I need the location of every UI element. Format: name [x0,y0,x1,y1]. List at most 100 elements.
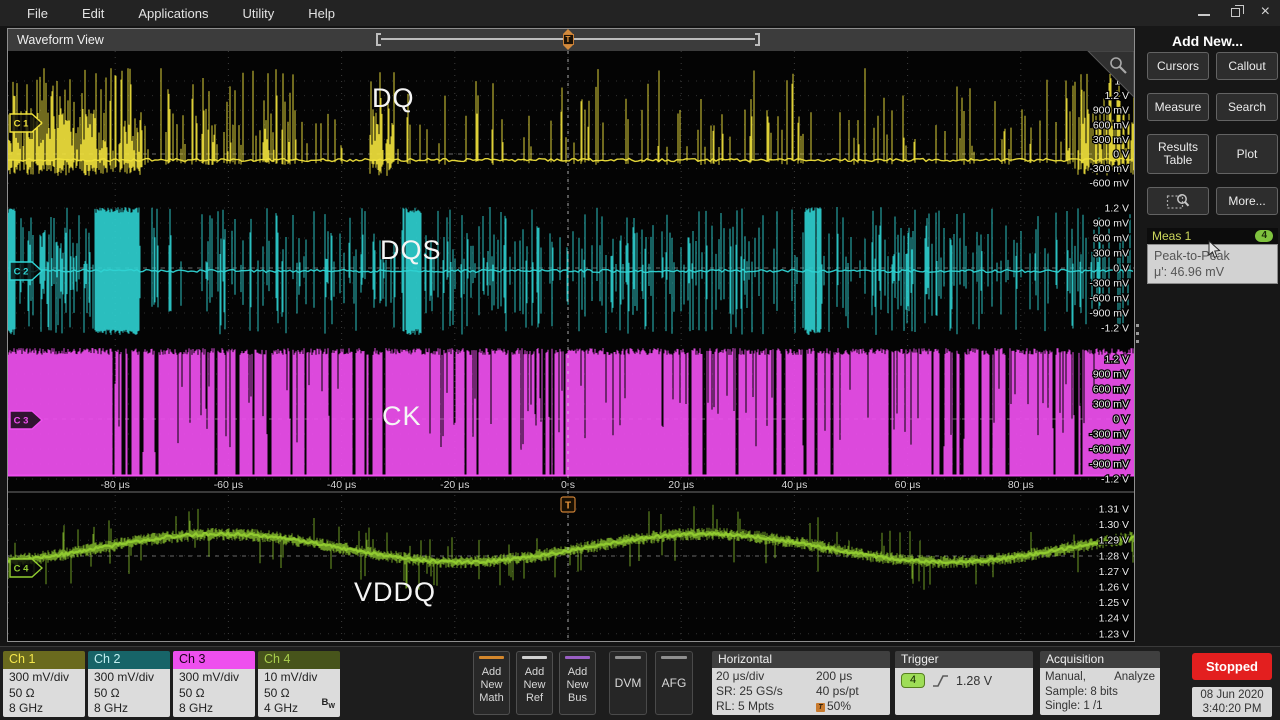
datetime-display: 08 Jun 2020 3:40:20 PM [1192,687,1272,717]
svg-text:0 V: 0 V [1113,149,1129,161]
svg-text:600 mV: 600 mV [1093,233,1129,245]
callout-button[interactable]: Callout [1216,52,1278,80]
ch3-waveform-ck [8,348,1134,475]
channel-4-settings: 10 mV/div50 Ω4 GHzBW [258,669,340,717]
add-new-title: Add New... [1135,33,1280,49]
svg-text:80 μs: 80 μs [1008,479,1034,491]
more-button[interactable]: More... [1216,187,1278,215]
run-stop-button[interactable]: Stopped [1192,653,1272,680]
time-text: 3:40:20 PM [1192,702,1272,716]
horizontal-scale: 20 μs/div [716,669,816,684]
svg-text:0 V: 0 V [1113,263,1129,275]
wave-label-vddq: VDDQ [354,577,436,607]
svg-text:1.2 V: 1.2 V [1104,354,1129,366]
overview-right-bracket [755,33,760,46]
svg-text:600 mV: 600 mV [1093,384,1129,396]
svg-text:-80 μs: -80 μs [100,479,129,491]
acquisition-sample: Sample: 8 bits [1045,685,1155,700]
svg-text:-1.2 V: -1.2 V [1101,474,1129,486]
overview-trigger-marker[interactable]: T [562,29,574,50]
wave-label-dq: DQ [372,83,415,113]
plot-button[interactable]: Plot [1216,134,1278,174]
measure-button[interactable]: Measure [1147,93,1209,121]
search-button[interactable]: Search [1216,93,1278,121]
menu-applications[interactable]: Applications [121,6,225,21]
acquisition-mode: Manual, [1045,670,1086,685]
acquisition-analyze: Analyze [1114,670,1155,685]
add-new-ref-button[interactable]: Add New Ref [516,651,553,715]
minimize-icon[interactable] [1198,14,1210,16]
channel-4-badge[interactable]: Ch 410 mV/div50 Ω4 GHzBW [258,651,340,717]
acquisition-panel-title: Acquisition [1040,651,1160,668]
trigger-down-arrow-icon [563,45,573,50]
svg-text:C 3: C 3 [14,416,29,427]
add-new-math-button[interactable]: Add New Math [473,651,510,715]
svg-text:-300 mV: -300 mV [1089,163,1129,175]
cursors-button[interactable]: Cursors [1147,52,1209,80]
trigger-panel[interactable]: Trigger 4 1.28 V [895,651,1033,715]
meas-title: Meas 1 [1152,229,1255,243]
oscilloscope-app: FileEditApplicationsUtilityHelp × Wavefo… [0,0,1280,720]
acquisition-panel[interactable]: Acquisition Manual, Analyze Sample: 8 bi… [1040,651,1160,715]
waveform-view-title: Waveform View [17,33,104,47]
svg-text:1.31 V: 1.31 V [1099,504,1129,516]
channel-1-name: Ch 1 [3,651,85,669]
channel-3-name: Ch 3 [173,651,255,669]
svg-text:-600 mV: -600 mV [1089,293,1129,305]
svg-text:C 1: C 1 [14,119,30,130]
rising-edge-icon [932,674,949,688]
zoom-selection-icon [1166,192,1190,211]
svg-text:300 mV: 300 mV [1093,399,1129,411]
horizontal-overview-scrollbar[interactable]: T [376,33,760,46]
horizontal-panel[interactable]: Horizontal 20 μs/div 200 μs SR: 25 GS/s … [712,651,890,715]
dvm-button[interactable]: DVM [609,651,647,715]
svg-text:1.26 V: 1.26 V [1099,582,1129,594]
acquisition-panel-body: Manual, Analyze Sample: 8 bits Single: 1… [1040,668,1160,715]
horizontal-panel-body: 20 μs/div 200 μs SR: 25 GS/s 40 ps/pt RL… [712,668,890,715]
panel-splitter-handle[interactable] [1136,324,1139,343]
meas-value: μ': 46.96 mV [1154,264,1271,280]
close-icon[interactable]: × [1261,4,1270,20]
waveform-view-titlebar: Waveform View T [8,29,1134,51]
channel-4-name: Ch 4 [258,651,340,669]
trigger-position-icon: T [816,703,825,712]
channel-2-settings: 300 mV/div50 Ω8 GHz [88,669,170,717]
svg-text:T: T [565,501,571,512]
svg-text:-600 mV: -600 mV [1089,444,1129,456]
window-controls: × [1198,0,1270,24]
bottom-bar: Ch 1300 mV/div50 Ω8 GHzCh 2300 mV/div50 … [0,646,1280,720]
date-text: 08 Jun 2020 [1192,688,1272,702]
menu-help[interactable]: Help [291,6,352,21]
svg-text:-40 μs: -40 μs [327,479,356,491]
channel-3-settings: 300 mV/div50 Ω8 GHz [173,669,255,717]
zoom-selection-button[interactable] [1147,187,1209,215]
menu-utility[interactable]: Utility [225,6,291,21]
trigger-source-badge: 4 [901,673,925,688]
add-new-bus-button[interactable]: Add New Bus [559,651,596,715]
svg-text:0 V: 0 V [1113,414,1129,426]
channel-2-badge[interactable]: Ch 2300 mV/div50 Ω8 GHz [88,651,170,717]
svg-text:1.28 V: 1.28 V [1099,550,1129,562]
svg-text:-300 mV: -300 mV [1089,429,1129,441]
results-table-button[interactable]: Results Table [1147,134,1209,174]
scale-labels-ch4: 1.31 V1.30 V1.29 V1.28 V1.27 V1.26 V1.25… [1099,504,1129,641]
meas-badge[interactable]: Meas 1 4 Peak-to-Peak μ': 46.96 mV [1147,228,1278,284]
svg-text:1.2 V: 1.2 V [1104,90,1129,102]
trigger-marker[interactable]: T [561,497,575,512]
menu-edit[interactable]: Edit [65,6,121,21]
right-panel: Add New... CursorsCalloutMeasureSearchRe… [1135,26,1280,646]
channel-1-badge[interactable]: Ch 1300 mV/div50 Ω8 GHz [3,651,85,717]
svg-text:1.29 V: 1.29 V [1099,535,1129,547]
svg-text:300 mV: 300 mV [1093,134,1129,146]
svg-text:-300 mV: -300 mV [1089,278,1129,290]
channel-3-badge[interactable]: Ch 3300 mV/div50 Ω8 GHz [173,651,255,717]
menu-items: FileEditApplicationsUtilityHelp [10,6,352,21]
waveform-plot[interactable]: 1.51.2 V900 mV600 mV300 mV0 V-300 mV-600… [8,51,1134,641]
restore-icon[interactable] [1231,8,1240,17]
svg-text:900 mV: 900 mV [1093,218,1129,230]
menu-file[interactable]: File [10,6,65,21]
afg-button[interactable]: AFG [655,651,693,715]
horizontal-panel-title: Horizontal [712,651,890,668]
svg-text:-900 mV: -900 mV [1089,459,1129,471]
menu-bar: FileEditApplicationsUtilityHelp × [0,0,1280,26]
